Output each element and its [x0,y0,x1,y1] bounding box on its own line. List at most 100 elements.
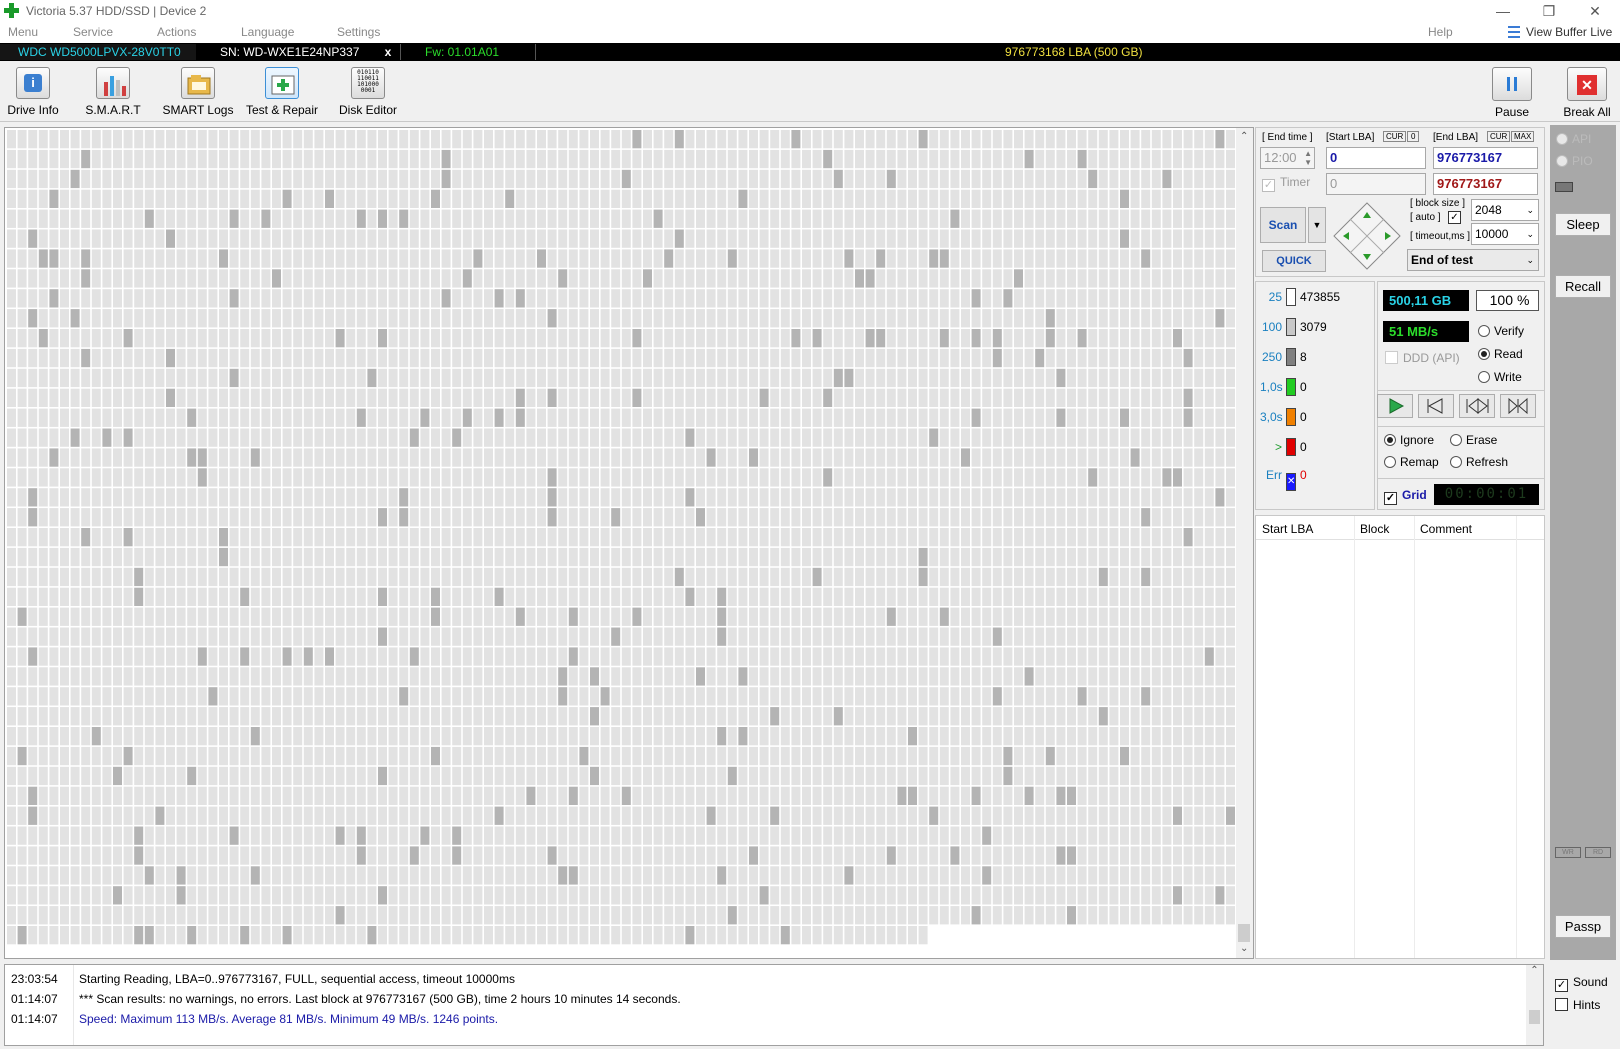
log-entry: 01:14:07 *** Scan results: no warnings, n… [11,989,681,1009]
stat-swatch [1286,438,1296,456]
break-all-button[interactable]: ✕ Break All [1558,64,1616,120]
block-grid [7,130,1235,945]
stat-count: 0 [1300,410,1307,424]
block-size-select[interactable]: 2048 ⌄ [1471,199,1539,221]
column-divider [1414,516,1415,958]
start-lba-field[interactable]: 0 [1326,147,1426,169]
col-block[interactable]: Block [1360,522,1389,536]
menu-item-service[interactable]: Service [73,25,113,39]
log-time: 01:14:07 [11,1012,58,1026]
block-size-label: [ block size ] [1410,198,1466,209]
menu-item-actions[interactable]: Actions [157,25,196,39]
sound-checkbox[interactable]: ✓ Sound [1555,975,1608,992]
pio-radio[interactable]: PIO [1556,154,1593,168]
stat-count: 3079 [1300,320,1327,334]
end-lba-cur-button[interactable]: CUR [1487,131,1511,142]
test-repair-button[interactable]: Test & Repair [242,64,322,120]
timer-checkbox[interactable]: ✓ Timer [1262,175,1310,192]
scroll-up-icon[interactable]: ⌃ [1240,131,1248,142]
drive-model[interactable]: WDC WD5000LPVX-28V0TT0 [0,44,196,60]
menu-item-menu[interactable]: Menu [8,25,38,39]
scan-button[interactable]: Scan [1260,207,1306,243]
read-radio-icon [1478,348,1490,360]
stat-count: 0 [1300,440,1307,454]
drive-close-button[interactable]: x [382,44,394,60]
sleep-button[interactable]: Sleep [1555,213,1611,236]
test-repair-label: Test & Repair [245,103,319,117]
minimize-button[interactable]: — [1480,0,1526,22]
recall-button[interactable]: Recall [1555,275,1611,298]
read-radio[interactable]: Read [1478,347,1523,361]
rewind-button[interactable] [1418,394,1454,418]
hints-label: Hints [1573,998,1601,1012]
log-scrollbar[interactable]: ⌃ [1526,965,1543,1045]
stat-swatch: ✕ [1286,473,1296,491]
quick-button[interactable]: QUICK [1262,250,1326,272]
stat-row: 100 3079 [1260,318,1327,338]
grid-checkbox[interactable]: ✓ Grid [1384,488,1427,505]
stat-row: Err ✕ 0 [1260,468,1307,491]
timeout-select[interactable]: 10000 ⌄ [1471,223,1539,245]
ignore-radio-icon [1384,434,1396,446]
smart-button[interactable]: S.M.A.R.T [80,64,146,120]
timer-field[interactable]: 0 [1326,173,1426,195]
ddd-api-checkbox[interactable]: DDD (API) [1385,351,1460,365]
pio-radio-icon [1556,155,1568,167]
hints-checkbox[interactable]: Hints [1555,998,1600,1012]
timer-label: Timer [1280,175,1311,189]
api-label: API [1572,132,1592,146]
direction-pad[interactable] [1332,201,1402,271]
pause-label: Pause [1494,105,1530,119]
start-lba-cur-button[interactable]: CUR [1383,131,1407,142]
stat-row: 25 473855 [1260,288,1340,308]
skip-end-button[interactable] [1500,394,1536,418]
auto-label: [ auto ] [1410,212,1441,223]
window-title: Victoria 5.37 HDD/SSD | Device 2 [26,4,207,18]
col-comment[interactable]: Comment [1420,522,1472,536]
end-lba-max-button[interactable]: MAX [1511,131,1535,142]
erase-radio[interactable]: Erase [1450,433,1497,447]
scan-dropdown-button[interactable]: ▼ [1308,207,1326,243]
passp-button[interactable]: Passp [1555,915,1611,938]
spin-icon[interactable]: ▲ ▼ [1304,149,1312,167]
maximize-button[interactable]: ❐ [1526,0,1572,22]
end-time-label: [ End time ] [1262,132,1313,143]
smart-logs-button[interactable]: SMART Logs [160,64,236,120]
surface-scan-map: ⌃ ⌄ [4,127,1254,959]
col-start-lba[interactable]: Start LBA [1262,522,1313,536]
remap-radio[interactable]: Remap [1384,455,1439,469]
view-buffer-live-button[interactable]: View Buffer Live [1526,25,1612,39]
stat-label: 250 [1261,350,1282,364]
map-scroll-thumb[interactable] [1238,924,1250,942]
log-scroll-thumb[interactable] [1529,1010,1540,1024]
table-header: Start LBA Block Comment [1256,516,1544,540]
map-scrollbar[interactable]: ⌃ ⌄ [1236,128,1253,958]
scroll-down-icon[interactable]: ⌄ [1240,943,1248,954]
scroll-up-icon[interactable]: ⌃ [1526,965,1543,976]
verify-radio[interactable]: Verify [1478,324,1524,338]
play-button[interactable] [1377,394,1413,418]
auto-block-checkbox[interactable]: ✓ [1448,211,1461,224]
ignore-radio[interactable]: Ignore [1384,433,1434,447]
grid-check-icon: ✓ [1384,492,1397,505]
menu-item-help[interactable]: Help [1428,25,1453,39]
skip-back-button[interactable] [1459,394,1495,418]
end-lba-field[interactable]: 976773167 [1433,147,1538,169]
end-of-test-select[interactable]: End of test ⌄ [1407,249,1539,271]
menu-item-settings[interactable]: Settings [337,25,380,39]
verify-label: Verify [1494,324,1525,338]
write-radio[interactable]: Write [1478,370,1522,384]
menu-item-language[interactable]: Language [241,25,294,39]
pause-button[interactable]: Pause [1490,64,1534,120]
api-radio[interactable]: API [1556,132,1591,146]
drive-info-button[interactable]: i Drive Info [4,64,62,120]
grid-label: Grid [1402,488,1427,502]
disk-editor-button[interactable]: 010110 110011 101000 0001 Disk Editor [334,64,402,120]
end-lba-secondary-field[interactable]: 976773167 [1433,173,1538,195]
stat-label: 3,0s [1260,410,1283,424]
start-lba-zero-button[interactable]: 0 [1407,131,1420,142]
close-window-button[interactable]: ✕ [1572,0,1618,22]
end-time-field[interactable]: 12:00 ▲ ▼ [1260,147,1315,169]
refresh-radio[interactable]: Refresh [1450,455,1508,469]
log-panel: 23:03:54 Starting Reading, LBA=0..9767731… [4,964,1544,1046]
